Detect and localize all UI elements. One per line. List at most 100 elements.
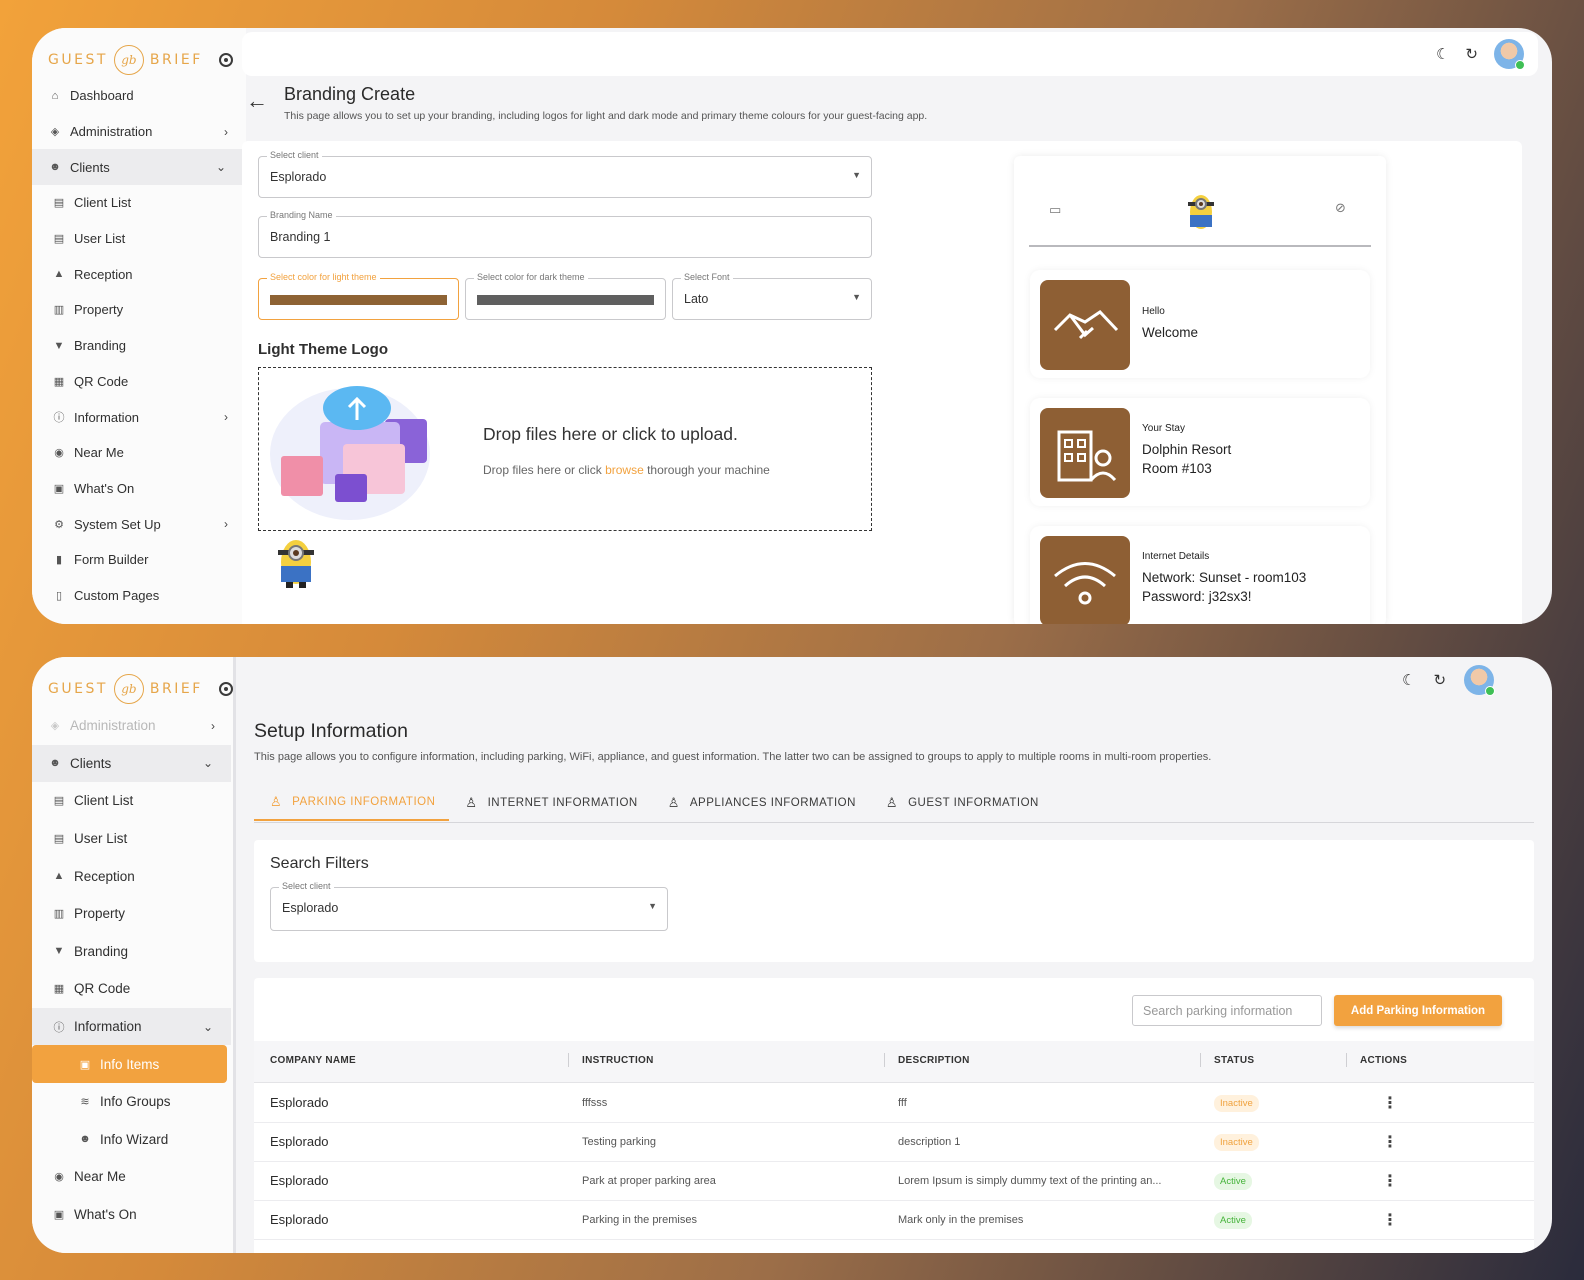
- back-arrow-icon[interactable]: ←: [246, 88, 268, 114]
- sidebar-item-info-groups[interactable]: ≋ Info Groups: [32, 1083, 233, 1121]
- tab-internet-information[interactable]: ♙ INTERNET INFORMATION: [449, 785, 651, 821]
- sidebar-item-label: Property: [74, 906, 126, 922]
- sidebar-item-label: Client List: [74, 793, 134, 809]
- add-parking-button[interactable]: Add Parking Information: [1334, 995, 1502, 1026]
- sidebar-toggle-icon[interactable]: [218, 53, 233, 67]
- sidebar-item-clients[interactable]: ☻ Clients ⌄: [32, 149, 244, 186]
- tab-guest-information[interactable]: ♙ GUEST INFORMATION: [870, 785, 1053, 821]
- logo-mark: gb: [113, 674, 144, 704]
- select-client-field[interactable]: Select client Esplorado ▼: [258, 150, 872, 198]
- info-icon: ⓘ: [53, 1021, 65, 1034]
- person-icon: ♙: [270, 794, 283, 809]
- sidebar-item-form-builder[interactable]: ▮ Form Builder: [32, 542, 246, 578]
- sidebar-item-property[interactable]: ▥ Property: [32, 895, 233, 933]
- app-logo[interactable]: GUEST gb BRIEF: [32, 657, 233, 707]
- sidebar-item-information[interactable]: ⓘ Information ›: [32, 399, 246, 435]
- sidebar-item-dashboard[interactable]: ⌂ Dashboard: [32, 78, 246, 114]
- font-select-field[interactable]: Select Font Lato ▼: [672, 272, 872, 320]
- sidebar-item-client-list[interactable]: ▤ Client List: [32, 185, 246, 221]
- branding-name-field[interactable]: Branding Name Branding 1: [258, 210, 872, 258]
- sidebar-item-qr-code[interactable]: ▦ QR Code: [32, 364, 246, 400]
- instruction-cell: Park at proper parking area: [582, 1175, 716, 1187]
- sidebar-toggle-icon[interactable]: [218, 682, 233, 696]
- parking-table-card: Search parking information Add Parking I…: [254, 978, 1534, 1253]
- logo-dropzone[interactable]: Drop files here or click to upload. Drop…: [258, 367, 872, 531]
- person-icon: ♙: [667, 795, 680, 810]
- sidebar-item-administration[interactable]: ◈ Administration ›: [32, 707, 233, 745]
- preview-card-hello[interactable]: Hello Welcome: [1030, 270, 1370, 378]
- light-color-swatch: [270, 295, 447, 305]
- field-value: Esplorado: [270, 170, 327, 184]
- search-input[interactable]: Search parking information: [1132, 995, 1322, 1026]
- chevron-right-icon: ›: [224, 410, 228, 425]
- table-row: Esplorado Testing parking description 1 Ina…: [254, 1123, 1534, 1162]
- sidebar-item-label: System Set Up: [74, 516, 161, 532]
- sidebar-item-label: User List: [74, 831, 128, 847]
- dark-theme-color-field[interactable]: Select color for dark theme: [465, 272, 666, 320]
- users-icon: ☻: [79, 1133, 91, 1146]
- sidebar-item-what-s-on[interactable]: ▣ What's On: [32, 471, 246, 507]
- bell-icon: ▲: [53, 870, 65, 883]
- select-client-field[interactable]: Select client Esplorado ▼: [270, 881, 668, 931]
- logo-word-left: GUEST: [48, 52, 108, 68]
- doc-icon: ▣: [79, 1058, 91, 1071]
- more-actions-icon[interactable]: ⋮: [1382, 1132, 1398, 1152]
- header-bar: ☾ ↻: [242, 32, 1538, 76]
- preview-card-text: Internet Details Network: Sunset - room10…: [1142, 551, 1306, 606]
- notifications-off-icon[interactable]: ⊘: [1335, 200, 1346, 216]
- sidebar-item-near-me[interactable]: ◉ Near Me: [32, 1158, 233, 1196]
- sidebar-item-info-wizard[interactable]: ☻ Info Wizard: [32, 1121, 233, 1159]
- calendar-icon: ▣: [53, 482, 65, 495]
- preview-card-internet-details[interactable]: Internet Details Network: Sunset - room10…: [1030, 526, 1370, 624]
- chevron-down-icon: ⌄: [202, 756, 213, 771]
- sidebar-item-what-s-on[interactable]: ▣ What's On: [32, 1196, 233, 1234]
- sidebar-item-client-list[interactable]: ▤ Client List: [32, 782, 233, 820]
- tab-appliances-information[interactable]: ♙ APPLIANCES INFORMATION: [652, 785, 870, 821]
- more-actions-icon[interactable]: ⋮: [1382, 1210, 1398, 1230]
- more-actions-icon[interactable]: ⋮: [1382, 1171, 1398, 1191]
- sidebar-item-label: Clients: [70, 755, 112, 771]
- preview-card-your-stay[interactable]: Your Stay Dolphin Resort Room #103: [1030, 398, 1370, 506]
- sidebar-item-label: Information: [74, 1019, 142, 1035]
- sidebar-item-label: Branding: [74, 943, 129, 959]
- handshake-icon: [1040, 280, 1130, 370]
- sidebar-item-reception[interactable]: ▲ Reception: [32, 857, 233, 895]
- minion-logo-icon[interactable]: [1181, 192, 1221, 234]
- sidebar-item-info-items[interactable]: ▣ Info Items: [32, 1045, 227, 1083]
- app-logo[interactable]: GUEST gb BRIEF: [32, 28, 246, 78]
- refresh-icon[interactable]: ↻: [1433, 671, 1446, 689]
- browse-link[interactable]: browse: [605, 463, 644, 477]
- sidebar-item-custom-pages[interactable]: ▯ Custom Pages: [32, 578, 246, 614]
- qr-icon: ▦: [53, 375, 65, 388]
- shield-icon: ◈: [50, 126, 60, 139]
- caret-down-icon: ▼: [852, 170, 861, 180]
- sidebar-item-user-list[interactable]: ▤ User List: [32, 820, 233, 858]
- id-card-icon[interactable]: ▭: [1049, 202, 1061, 218]
- avatar[interactable]: [1494, 39, 1525, 70]
- sidebar-item-clients[interactable]: ☻ Clients ⌄: [32, 744, 231, 783]
- sidebar-item-qr-code[interactable]: ▦ QR Code: [32, 970, 233, 1008]
- uploaded-logo-minion-icon: [278, 540, 314, 588]
- light-theme-color-field[interactable]: Select color for light theme: [258, 272, 459, 320]
- sidebar-item-information[interactable]: ⓘ Information ⌄: [32, 1007, 231, 1046]
- cog-icon: ⚙: [54, 518, 64, 531]
- sidebar-item-administration[interactable]: ◈ Administration ›: [32, 114, 246, 150]
- avatar[interactable]: [1464, 665, 1496, 696]
- tab-parking-information[interactable]: ♙ PARKING INFORMATION: [254, 785, 450, 821]
- app-preview: ▭ ⊘ Hello Welcome Your Stay Dolphin Resort R…: [1014, 156, 1386, 624]
- list-icon: ▤: [53, 197, 65, 210]
- moon-icon[interactable]: ☾: [1402, 671, 1415, 689]
- sidebar-item-near-me[interactable]: ◉ Near Me: [32, 435, 246, 471]
- sidebar-item-branding[interactable]: ▼ Branding: [32, 328, 246, 364]
- description-cell: description 1: [898, 1136, 961, 1148]
- compass-icon: ◉: [54, 1171, 64, 1184]
- moon-icon[interactable]: ☾: [1436, 45, 1449, 63]
- sidebar-item-user-list[interactable]: ▤ User List: [32, 221, 246, 257]
- refresh-icon[interactable]: ↻: [1465, 45, 1478, 63]
- sidebar-item-system-set-up[interactable]: ⚙ System Set Up ›: [32, 506, 246, 542]
- more-actions-icon[interactable]: ⋮: [1382, 1093, 1398, 1113]
- info-icon: ⓘ: [53, 412, 65, 425]
- sidebar-item-property[interactable]: ▥ Property: [32, 292, 246, 328]
- sidebar-item-reception[interactable]: ▲ Reception: [32, 256, 246, 292]
- sidebar-item-branding[interactable]: ▼ Branding: [32, 933, 233, 971]
